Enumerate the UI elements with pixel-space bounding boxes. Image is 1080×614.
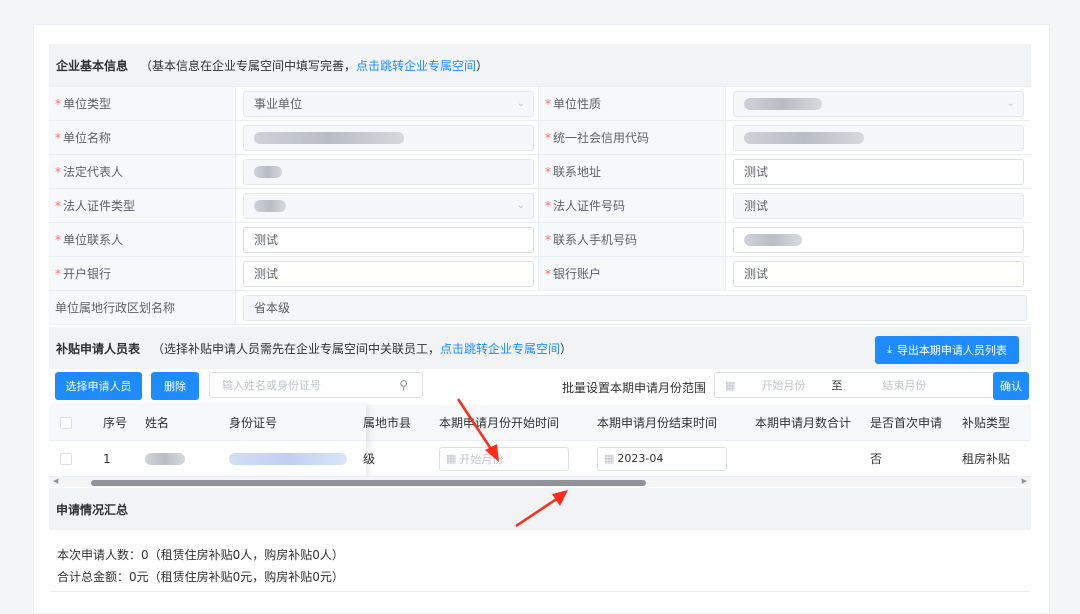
summary-title: 申请情况汇总 (56, 502, 129, 517)
month-range-picker[interactable]: ▦ 开始月份 至 结束月份 (714, 372, 998, 398)
contact-address-input[interactable]: 测试 (733, 158, 1024, 185)
redacted-value (254, 165, 282, 178)
credit-code-field[interactable] (733, 124, 1024, 151)
calendar-icon: ▦ (725, 378, 736, 392)
basic-info-form: * 单位类型 事业单位 ⌄ * 单位性质 ⌄ * 单位名称 * 统一社会信用代码 * 法定代… (49, 86, 1031, 325)
scroll-left-icon[interactable]: ◀ (53, 477, 58, 485)
search-icon: ⚲ (399, 378, 408, 392)
applicants-note: （选择补贴申请人员需先在企业专属空间中关联员工，点击跳转企业专属空间） (152, 341, 573, 356)
range-label: 批量设置本期申请月份范围 (562, 381, 707, 395)
basic-info-title: 企业基本信息 (56, 58, 129, 73)
chevron-down-icon: ⌄ (1006, 97, 1015, 109)
chevron-down-icon: ⌄ (516, 97, 525, 109)
legal-id-type-select[interactable]: ⌄ (243, 192, 534, 219)
annotation-arrow-down (456, 398, 499, 462)
select-applicants-button[interactable]: 选择申请人员 (55, 372, 142, 400)
unit-name-field[interactable] (243, 124, 534, 151)
annotation-arrow-up (515, 490, 568, 528)
field-label-unit-nature: * 单位性质 (539, 87, 726, 120)
basic-info-jump-link[interactable]: 点击跳转企业专属空间 (356, 59, 476, 73)
redacted-value (744, 97, 822, 110)
basic-info-header: 企业基本信息 （基本信息在企业专属空间中填写完善，点击跳转企业专属空间） (49, 44, 1031, 86)
applicants-table: 序号 姓名 身份证号 属地市县 本期申请月份开始时间 本期申请月份结束时间 本期… (49, 405, 1031, 477)
table-row: 1 级 ▦ 开始月份 ▦ 2023-04 否 租房补贴 (49, 441, 1031, 477)
contact-phone-input[interactable] (733, 226, 1024, 253)
redacted-value (744, 131, 864, 144)
bank-account-input[interactable]: 测试 (733, 260, 1024, 287)
redacted-value (254, 131, 404, 144)
redacted-value (254, 199, 286, 212)
redacted-value (744, 233, 802, 246)
basic-info-note: （基本信息在企业专属空间中填写完善，点击跳转企业专属空间） (140, 58, 489, 73)
legal-rep-field[interactable] (243, 158, 534, 185)
applicants-title: 补贴申请人员表 (56, 341, 141, 356)
summary-content: 本次申请人数：0（租赁住房补贴0人，购房补贴0人） 合计总金额：0元（租赁住房补… (49, 530, 1031, 592)
unit-type-select[interactable]: 事业单位 ⌄ (243, 90, 534, 117)
unit-contact-input[interactable]: 测试 (243, 226, 534, 253)
end-month-input[interactable]: ▦ 2023-04 (597, 446, 727, 471)
scroll-right-icon[interactable]: ▶ (1022, 477, 1027, 485)
applicants-jump-link[interactable]: 点击跳转企业专属空间 (440, 342, 560, 356)
field-label-unit-type: * 单位类型 (49, 87, 236, 120)
row-checkbox[interactable] (60, 452, 72, 465)
summary-amount: 合计总金额：0元（租赁住房补贴0元，购房补贴0元） (57, 570, 344, 584)
select-all-checkbox[interactable] (60, 416, 72, 429)
download-icon: ⤓ (887, 343, 892, 356)
table-header: 序号 姓名 身份证号 属地市县 本期申请月份开始时间 本期申请月份结束时间 本期… (49, 405, 1031, 441)
unit-nature-select[interactable]: ⌄ (733, 90, 1024, 117)
redacted-id (229, 452, 347, 465)
summary-count: 本次申请人数：0（租赁住房补贴0人，购房补贴0人） (57, 548, 344, 562)
search-input[interactable]: 输入姓名或身份证号 ⚲ (209, 372, 423, 398)
redacted-name (145, 452, 185, 465)
legal-id-number-field[interactable]: 测试 (733, 192, 1024, 219)
chevron-down-icon: ⌄ (516, 199, 525, 211)
export-applicants-button[interactable]: ⤓ 导出本期申请人员列表 (875, 336, 1019, 364)
calendar-icon: ▦ (604, 452, 615, 465)
confirm-button-label[interactable]: 确认 (993, 372, 1029, 400)
bank-name-input[interactable]: 测试 (243, 260, 534, 287)
region-field[interactable]: 省本级 (243, 294, 1027, 321)
delete-button[interactable]: 删除 (151, 372, 199, 400)
field-label-region: 单位属地行政区划名称 (49, 291, 236, 324)
